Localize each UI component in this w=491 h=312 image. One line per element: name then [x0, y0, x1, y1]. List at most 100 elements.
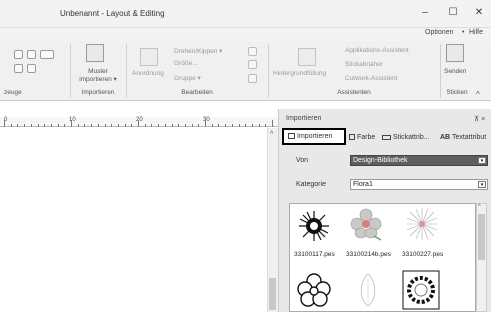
kategorie-select[interactable]: Flora1 ▾: [350, 179, 488, 190]
ruler-tick: [238, 124, 240, 127]
help-menu[interactable]: Hilfe: [469, 29, 483, 36]
ruler-tick: [97, 124, 99, 127]
ruler-tick: [111, 124, 113, 127]
gallery-scroll-up-icon[interactable]: ^: [478, 204, 481, 210]
group-label-assistenten: Assistenten: [337, 89, 371, 96]
design-thumbnail[interactable]: [404, 206, 440, 242]
senden-button[interactable]: Senden: [444, 68, 466, 75]
text-ab-icon: AB: [440, 134, 451, 141]
order-icon[interactable]: [248, 74, 257, 85]
ruler-tick: [117, 124, 119, 127]
chevron-down-icon[interactable]: ▾: [478, 157, 486, 164]
design-canvas[interactable]: [0, 128, 267, 312]
align-icon[interactable]: [248, 47, 257, 58]
ruler-tick: [77, 124, 79, 127]
cutwork-assistent-button[interactable]: Cutwork-Assistent: [345, 75, 397, 82]
design-thumbnail[interactable]: [350, 270, 386, 310]
muster-label-line1: Muster: [88, 68, 108, 75]
ruler-tick: [91, 124, 93, 127]
minimize-button[interactable]: –: [415, 6, 435, 20]
undo-icon[interactable]: [14, 64, 23, 75]
design-thumbnail[interactable]: [296, 208, 332, 244]
anordnung-icon[interactable]: [140, 48, 158, 68]
window-title: Unbenannt - Layout & Editing: [60, 9, 165, 18]
tab-farbe[interactable]: Farbe: [349, 131, 375, 145]
groesse-button[interactable]: Größe...: [174, 60, 198, 67]
group-label-importieren: Importieren: [81, 89, 115, 96]
senden-icon[interactable]: [446, 44, 464, 64]
maximize-button[interactable]: ☐: [443, 6, 463, 20]
menu-bar: [0, 28, 491, 41]
ruler-tick: [225, 124, 227, 127]
design-thumbnail[interactable]: [296, 272, 332, 308]
stickabnaeher-button[interactable]: Stickabnäher: [345, 61, 383, 68]
ruler-tick: [71, 120, 72, 127]
ruler-tick: [251, 124, 253, 127]
import-icon: [288, 133, 295, 140]
ruler-tick: [30, 124, 32, 127]
scroll-up-icon[interactable]: ^: [270, 131, 273, 138]
kategorie-value: Flora1: [353, 181, 373, 188]
chevron-down-icon[interactable]: ▾: [478, 181, 486, 188]
zoom-out-icon[interactable]: [27, 50, 36, 61]
group-label-sticken: Sticken: [446, 89, 468, 96]
options-menu[interactable]: Optionen: [425, 29, 453, 36]
muster-label-line2: importieren ▾: [79, 76, 117, 83]
measure-icon[interactable]: [27, 64, 36, 75]
ruler-mark: 30: [203, 117, 210, 123]
zoom-in-icon[interactable]: [14, 50, 23, 61]
von-select[interactable]: Design-Bibliothek ▾: [350, 155, 488, 166]
stitch-icon: [382, 134, 391, 140]
tab-importieren[interactable]: Importieren: [282, 128, 346, 145]
ruler-tick: [245, 124, 247, 127]
tab-label: Farbe: [357, 134, 376, 141]
ruler-tick: [44, 124, 46, 127]
ruler-tick: [4, 120, 5, 127]
ruler-tick: [37, 124, 39, 127]
file-name[interactable]: 33100214b.pes: [346, 251, 391, 258]
ruler-tick: [265, 124, 267, 127]
muster-importieren-icon[interactable]: [86, 44, 104, 64]
panel-title: Importieren: [286, 115, 322, 122]
hintergrundfuellung-button[interactable]: Hintergrundfüllung: [273, 70, 326, 77]
menu-separator: •: [462, 29, 465, 36]
design-thumbnail[interactable]: [348, 206, 384, 242]
color-icon: [349, 134, 355, 141]
ruler-tick: [151, 124, 153, 127]
tab-label: Stickattrib...: [393, 134, 430, 141]
anordnung-button[interactable]: Anordnung: [132, 70, 164, 77]
gruppe-button[interactable]: Gruppe ▾: [174, 74, 201, 82]
group-label-tools: zeuge: [4, 89, 22, 96]
tab-textattribut[interactable]: AB Textattribut: [440, 131, 486, 145]
canvas-scroll-thumb[interactable]: [269, 278, 276, 310]
ruler-tick: [124, 124, 126, 127]
muster-importieren-button[interactable]: Muster importieren ▾: [78, 68, 118, 84]
ruler-tick: [184, 124, 186, 127]
group-label-bearbeiten: Bearbeiten: [181, 89, 213, 96]
ruler-tick: [144, 124, 146, 127]
file-name[interactable]: 33100227.pes: [402, 251, 443, 258]
ruler-tick: [17, 124, 19, 127]
zoom-box-icon[interactable]: [40, 50, 54, 61]
collapse-ribbon-icon[interactable]: ^: [476, 90, 480, 99]
drehen-kippen-button[interactable]: Drehen/Kippen ▾: [174, 47, 222, 55]
panel-pin-close-icon[interactable]: ⊼ ×: [474, 115, 485, 123]
ruler-mark: 20: [136, 117, 143, 123]
file-name[interactable]: 33100117.pes: [294, 251, 335, 258]
ruler-tick: [258, 124, 260, 127]
tab-stickattrib[interactable]: Stickattrib...: [382, 131, 430, 145]
ruler-tick: [218, 124, 220, 127]
ruler-tick: [50, 124, 52, 127]
gallery-scroll-thumb[interactable]: [478, 214, 485, 260]
group-separator: [440, 44, 441, 98]
applikations-assistent-button[interactable]: Applikations-Assistent: [345, 47, 409, 54]
ruler-tick: [178, 124, 180, 127]
hintergrundfuellung-icon[interactable]: [298, 48, 316, 68]
design-thumbnail[interactable]: [402, 270, 440, 310]
von-label: Von: [296, 157, 309, 164]
von-value: Design-Bibliothek: [353, 157, 408, 164]
ruler-tick: [211, 124, 213, 127]
ruler-tick: [104, 124, 106, 127]
transform-icon[interactable]: [248, 60, 257, 71]
close-button[interactable]: ✕: [469, 6, 489, 20]
